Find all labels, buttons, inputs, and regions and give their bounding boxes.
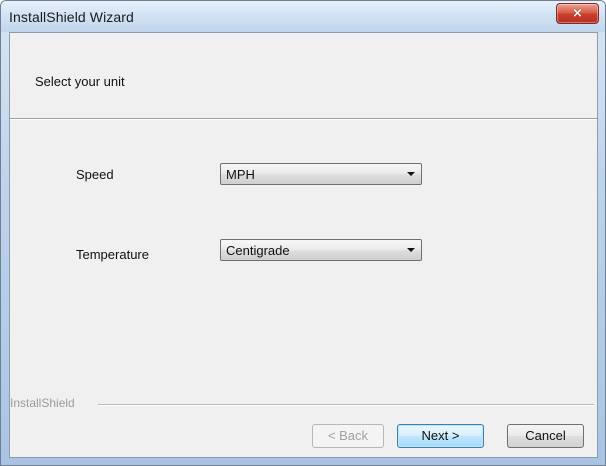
installshield-wizard-window: InstallShield Wizard × Select your unit … [0, 0, 606, 466]
brand-divider [98, 404, 594, 406]
next-button[interactable]: Next > [397, 424, 484, 448]
temperature-select[interactable]: Centigrade [220, 239, 422, 261]
chevron-down-icon [407, 248, 415, 252]
header-area: Select your unit [10, 33, 597, 118]
close-button[interactable]: × [556, 3, 599, 24]
temperature-select-value: Centigrade [226, 243, 290, 258]
window-title: InstallShield Wizard [9, 9, 134, 25]
installshield-brand-text: InstallShield [10, 396, 82, 410]
speed-select[interactable]: MPH [220, 163, 422, 185]
cancel-button[interactable]: Cancel [507, 424, 584, 448]
header-separator [10, 118, 597, 120]
chevron-down-icon [407, 172, 415, 176]
close-icon: × [572, 6, 583, 21]
title-bar: InstallShield Wizard × [1, 1, 605, 32]
installshield-branding: InstallShield [10, 396, 597, 411]
wizard-content: Select your unit Speed MPH Temperature C… [9, 32, 598, 458]
page-title: Select your unit [35, 74, 125, 89]
speed-label: Speed [76, 167, 114, 182]
speed-select-value: MPH [226, 167, 255, 182]
back-button[interactable]: < Back [312, 424, 384, 448]
temperature-label: Temperature [76, 247, 149, 262]
